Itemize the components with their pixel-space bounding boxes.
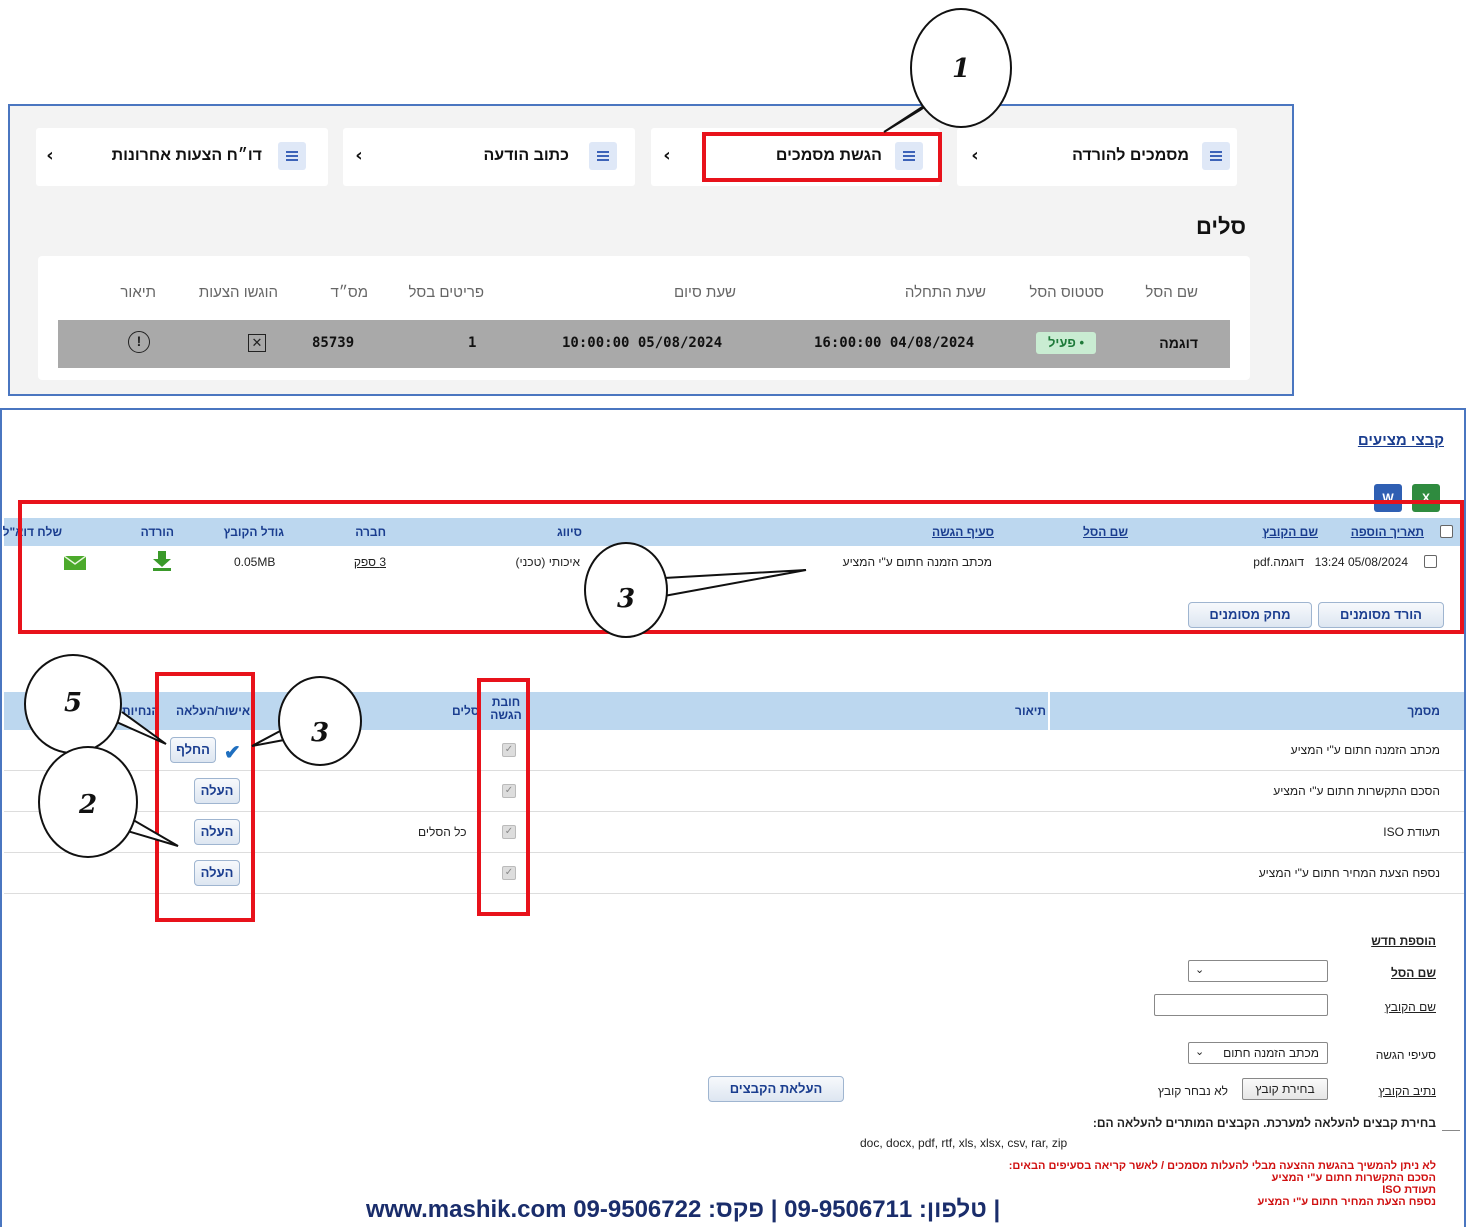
document-name: מכתב הזמנה חתום ע"י המציע: [1290, 743, 1440, 757]
highlight-submit-docs: [702, 132, 942, 182]
highlight-files-table: [18, 500, 1464, 634]
nav-label: דו״ח הצעות אחרונות: [111, 147, 262, 164]
col-description: תיאור: [1015, 704, 1046, 718]
top-panel: מסמכים להורדה ‹ הגשת מסמכים ‹ כתוב הודעה…: [8, 104, 1294, 396]
document-name: תעודת ISO: [1383, 825, 1440, 839]
col-instructions: הנחיות: [122, 704, 160, 718]
col-document: מסמך: [1407, 704, 1440, 718]
highlight-upload-column: [155, 672, 255, 922]
baskets-table: שם הסל סטטוס הסל שעת התחלה שעת סיום פריט…: [38, 256, 1250, 380]
nav-card-recent-offers-report[interactable]: דו״ח הצעות אחרונות ‹: [36, 128, 328, 186]
exclamation-circle-icon[interactable]: !: [128, 331, 150, 353]
basket-name: דוגמה: [1159, 335, 1198, 351]
callout-3-check: 3: [278, 676, 362, 766]
col-basket-name: שם הסל: [1145, 284, 1198, 301]
chevron-down-icon: ⌄: [1195, 1046, 1205, 1058]
table-row[interactable]: דוגמה • פעיל 16:00:00 04/08/2024 10:00:0…: [58, 320, 1230, 368]
file-name-label: שם הקובץ: [1384, 1000, 1436, 1014]
chevron-left-icon: ‹: [971, 145, 979, 166]
nav-card-write-message[interactable]: כתוב הודעה ‹: [343, 128, 635, 186]
end-time: 10:00:00 05/08/2024: [562, 335, 723, 351]
callout-5: 5: [24, 654, 122, 754]
chevron-left-icon: ‹: [355, 145, 363, 166]
column-divider: [1048, 692, 1050, 730]
divider: [1442, 1130, 1460, 1131]
document-name: נספח הצעת המחיר חתום ע"י המציע: [1258, 866, 1440, 880]
col-serial: מס״ד: [330, 284, 369, 301]
nav-label: כתוב הודעה: [483, 147, 569, 164]
serial-number: 85739: [312, 335, 355, 351]
chevron-left-icon: ‹: [663, 145, 671, 166]
document-name: הסכם התקשרות חתום ע"י המציע: [1273, 784, 1440, 798]
menu-icon: [589, 142, 617, 170]
chevron-down-icon: ⌄: [1195, 964, 1205, 976]
col-end-time: שעת סיום: [673, 284, 736, 301]
col-start-time: שעת התחלה: [904, 284, 986, 301]
chevron-left-icon: ‹: [46, 145, 54, 166]
bidders-files-title[interactable]: קבצי מציעים: [1358, 432, 1444, 449]
warning-item: תעודת ISO: [1382, 1184, 1436, 1196]
document-baskets: כל הסלים: [418, 825, 467, 839]
callout-3-files: 3: [584, 542, 668, 638]
section-select-value: מכתב הזמנה חתום: [1223, 1046, 1319, 1060]
status-badge: • פעיל: [1036, 332, 1096, 354]
col-baskets: סלים: [452, 704, 480, 718]
col-description: תיאור: [120, 284, 156, 301]
section-select[interactable]: מכתב הזמנה חתום ⌄: [1188, 1042, 1328, 1064]
basket-select[interactable]: ⌄: [1188, 960, 1328, 982]
add-new-title: הוספת חדש: [1371, 934, 1436, 948]
choose-file-button[interactable]: בחירת קובץ: [1242, 1078, 1328, 1100]
callout-2: 2: [38, 746, 138, 858]
items-count: 1: [468, 335, 477, 351]
allowed-files-label: בחירת קבצים להעלאה למערכת. הקבצים המותרי…: [1092, 1116, 1436, 1130]
basket-name-label: שם הסל: [1391, 966, 1436, 980]
allowed-file-types: doc, docx, pdf, rtf, xls, xlsx, csv, rar…: [860, 1136, 1068, 1150]
warning-item: הסכם התקשרות חתום ע"י המציע: [1271, 1172, 1436, 1184]
warning-item: נספח הצעת המחיר חתום ע"י המציע: [1257, 1196, 1437, 1208]
x-box-icon[interactable]: ✕: [248, 334, 266, 352]
col-offers-submitted: הוגשו הצעות: [198, 284, 278, 301]
warning-message: לא ניתן להמשיך בהגשת ההצעה מבלי להעלות מ…: [1008, 1160, 1436, 1172]
nav-card-download-docs[interactable]: מסמכים להורדה ‹: [957, 128, 1237, 186]
nav-label: מסמכים להורדה: [1072, 147, 1189, 164]
baskets-title: סלים: [1196, 214, 1246, 239]
highlight-required-column: [477, 678, 530, 916]
start-time: 16:00:00 04/08/2024: [814, 335, 975, 351]
upload-files-button[interactable]: העלאת הקבצים: [708, 1076, 844, 1102]
menu-icon: [1202, 142, 1230, 170]
file-path-label: נתיב הקובץ: [1378, 1084, 1436, 1098]
col-items-in-basket: פריטים בסל: [408, 284, 484, 301]
no-file-text: לא נבחר קובץ: [1157, 1084, 1228, 1098]
section-label: סעיפי הגשה: [1375, 1048, 1436, 1062]
file-name-input[interactable]: [1154, 994, 1328, 1016]
menu-icon: [278, 142, 306, 170]
callout-1: 1: [910, 8, 1012, 128]
footer-contact: www.mashik.com טלפון: 09-9506711 | פקס: …: [366, 1196, 1001, 1223]
col-basket-status: סטטוס הסל: [1029, 284, 1104, 301]
